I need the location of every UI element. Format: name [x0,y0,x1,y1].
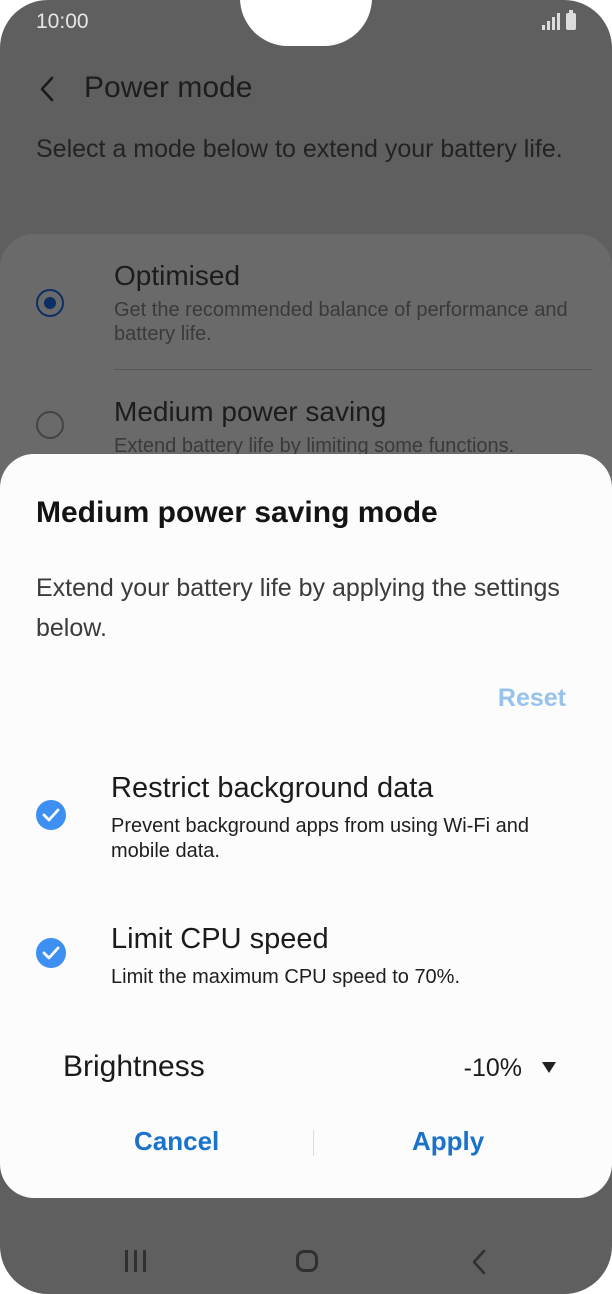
battery-icon [566,10,576,30]
dialog-title: Medium power saving mode [36,496,438,529]
caret-down-icon[interactable] [542,1062,556,1073]
notch-corner [218,0,242,24]
brightness-dropdown-value[interactable]: -10% [464,1054,522,1083]
limit-cpu-speed-description: Limit the maximum CPU speed to 70%. [111,966,461,988]
status-time: 10:00 [36,10,89,33]
restrict-background-data-description: Prevent background apps from using Wi-Fi… [111,815,529,862]
mode-description-optimised: Get the recommended balance of performan… [114,299,568,345]
mode-title-medium-power-saving[interactable]: Medium power saving [114,396,386,428]
checkmark-icon [42,946,60,960]
dialog-description: Extend your battery life by applying the… [36,574,560,642]
cancel-button[interactable]: Cancel [134,1126,219,1157]
apply-button[interactable]: Apply [412,1126,484,1157]
mode-title-optimised[interactable]: Optimised [114,260,240,292]
limit-cpu-speed-title[interactable]: Limit CPU speed [111,923,329,956]
navigation-bar [0,1232,612,1288]
restrict-background-data-title[interactable]: Restrict background data [111,772,433,805]
camera-notch [240,0,372,46]
back-icon[interactable] [470,1248,488,1281]
page-subtitle: Select a mode below to extend your batte… [36,135,563,163]
notch-corner [370,0,394,24]
status-icons [542,10,576,30]
medium-power-saving-dialog: Medium power saving mode Extend your bat… [0,454,612,1198]
divider [114,369,592,370]
signal-icon [542,12,560,30]
button-divider [313,1130,314,1156]
phone-screen: 10:00 Power mode Select a mode below to … [0,0,612,1294]
radio-optimised[interactable] [36,289,64,317]
home-icon[interactable] [296,1250,318,1272]
reset-button[interactable]: Reset [498,684,566,713]
page-title: Power mode [84,71,253,104]
restrict-background-data-checkbox[interactable] [36,800,66,830]
checkmark-icon [42,808,60,822]
chevron-left-icon [40,76,54,102]
back-button[interactable] [36,72,60,106]
limit-cpu-speed-checkbox[interactable] [36,938,66,968]
brightness-label: Brightness [63,1050,205,1083]
radio-medium-power-saving[interactable] [36,411,64,439]
recent-apps-icon[interactable] [125,1250,146,1272]
